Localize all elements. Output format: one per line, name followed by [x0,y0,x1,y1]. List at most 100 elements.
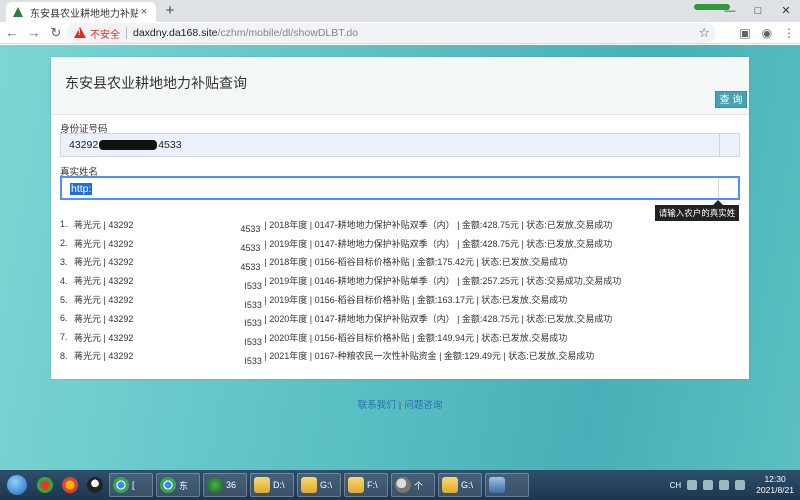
network-icon[interactable] [719,480,730,490]
taskbar-app[interactable]: G:\ [297,473,341,497]
item-detail: | 2018年度 | 0156-稻谷目标价格补贴 | 金额:175.42元 | … [264,257,568,268]
item-number: 5. [60,294,68,305]
not-secure-warning-icon[interactable] [74,27,86,39]
url-path[interactable]: /czhm/mobile/dl/showDLBT.do [217,27,358,39]
maximize-button[interactable]: □ [744,0,772,22]
input-language[interactable]: CH [670,481,682,490]
minimize-button[interactable]: — [716,0,744,22]
real-name-input[interactable]: http: [60,176,740,200]
item-owner: 蒋光元 | 43292 [74,238,134,249]
extension-icon[interactable]: ▣ [734,26,756,40]
item-detail: | 2018年度 | 0147-耕地地力保护补贴双季（内） | 金额:428.7… [264,219,613,230]
close-window-button[interactable]: ✕ [772,0,800,22]
query-card: 东安县农业耕地地力补贴查询 查 询 身份证号码 43292 4533 真实姓名 h… [51,57,749,379]
id-number-input[interactable]: 43292 4533 [60,133,740,157]
volume-icon[interactable] [735,480,746,490]
input-addon [719,134,739,156]
results-list: 1. 蒋光元 | 43292 4533 | 2018年度 | 0147-耕地地力… [60,215,740,366]
browser-toolbar: ← → ↻ 不安全 daxdny.da168.site /czhm/mobile… [0,22,800,44]
start-button[interactable] [3,473,31,497]
page-footer: 联系我们 | 问题咨询 [0,397,800,411]
item-detail: | 2019年度 | 0147-耕地地力保护补贴双季（内） | 金额:428.7… [264,238,613,249]
item-owner: 蒋光元 | 43292 [74,332,134,343]
item-owner: 蒋光元 | 43292 [74,351,134,362]
taskbar-app[interactable]: [ [109,473,153,497]
folder-icon [254,477,270,493]
list-item: 3. 蒋光元 | 43292 4533 | 2018年度 | 0156-稻谷目标… [60,253,740,272]
item-detail: | 2021年度 | 0167-种粮农民一次性补贴资金 | 金额:129.49元… [264,351,595,362]
page-viewport: 东安县农业耕地地力补贴查询 查 询 身份证号码 43292 4533 真实姓名 h… [0,45,800,470]
taskbar-app[interactable] [485,473,529,497]
taskbar-app[interactable]: 东 [156,473,200,497]
profile-icon[interactable]: ◉ [756,26,778,40]
query-button[interactable]: 查 询 [715,91,747,108]
item-id-tail: I533 [244,337,262,348]
list-item: 4. 蒋光元 | 43292 I533 | 2019年度 | 0146-耕地地力… [60,271,740,291]
item-id-tail: 4533 [240,224,261,235]
item-id-tail: I533 [244,318,262,329]
list-item: 8. 蒋光元 | 43292 I533 | 2021年度 | 0167-种粮农民… [60,347,740,366]
redaction-mark [99,140,158,151]
address-divider [126,27,127,39]
quick-launch-app1[interactable] [34,473,56,497]
taskbar-app[interactable]: G:\ [438,473,482,497]
id-number-prefix: 43292 [69,139,99,151]
list-item: 7. 蒋光元 | 43292 I533 | 2020年度 | 0156-稻谷目标… [60,328,740,347]
item-number: 8. [60,350,68,361]
quick-launch-app2[interactable] [59,473,81,497]
site-favicon-icon [12,6,24,18]
taskbar-app[interactable]: F:\ [344,473,388,497]
input-addon [718,178,738,198]
item-owner: 蒋光元 | 43292 [74,219,134,230]
browser-tab-strip: 东安县农业耕地地力补贴金额查询 × + — □ ✕ [0,0,800,22]
help-link[interactable]: 问题咨询 [404,400,442,411]
app-icon [62,477,78,493]
page-title: 东安县农业耕地地力补贴查询 [65,75,247,91]
item-number: 2. [60,238,68,249]
forward-icon[interactable]: → [24,23,44,43]
item-owner: 蒋光元 | 43292 [74,276,134,287]
item-id-tail: I533 [244,355,262,366]
item-owner: 蒋光元 | 43292 [74,313,134,324]
chrome-icon [113,477,129,493]
qq-icon [87,477,103,493]
folder-icon [348,477,364,493]
tray-icon[interactable] [687,480,698,490]
item-detail: | 2019年度 | 0146-耕地地力保护补贴单季（内） | 金额:257.2… [264,276,622,287]
browser-tab[interactable]: 东安县农业耕地地力补贴金额查询 × [6,2,156,22]
url-host[interactable]: daxdny.da168.site [133,27,217,39]
windows-logo-icon [7,475,27,495]
back-icon[interactable]: ← [2,23,22,43]
item-number: 4. [60,275,68,286]
item-detail: | 2020年度 | 0156-稻谷目标价格补贴 | 金额:149.94元 | … [264,332,568,343]
reload-icon[interactable]: ↻ [46,23,66,43]
clock-time: 12:30 [764,474,786,484]
security-label[interactable]: 不安全 [90,26,120,41]
system-clock[interactable]: 12:30 2021/8/21 [756,474,794,496]
contact-us-link[interactable]: 联系我们 [358,400,396,411]
new-tab-button[interactable]: + [162,3,178,19]
item-detail: | 2019年度 | 0156-稻谷目标价格补贴 | 金额:163.17元 | … [264,295,568,306]
tab-title: 东安县农业耕地地力补贴金额查询 [30,8,138,20]
address-bar[interactable]: 不安全 daxdny.da168.site /czhm/mobile/dl/sh… [66,23,716,43]
item-owner: 蒋光元 | 43292 [74,257,134,268]
item-id-tail: 4533 [240,243,261,254]
menu-icon[interactable]: ⋮ [778,26,800,40]
monitor-icon [489,477,505,493]
tray-icon[interactable] [703,480,714,490]
item-owner: 蒋光元 | 43292 [74,295,134,306]
folder-icon [301,477,317,493]
taskbar-app[interactable]: 个 [391,473,435,497]
item-id-tail: I533 [244,299,262,310]
bookmark-star-icon[interactable]: ☆ [698,25,710,41]
taskbar-app[interactable]: 36 [203,473,247,497]
system-tray: CH 12:30 2021/8/21 [667,470,800,500]
item-detail: | 2020年度 | 0147-耕地地力保护补贴双季（内） | 金额:428.7… [264,313,613,324]
quick-launch-qq[interactable] [84,473,106,497]
search-icon [395,477,411,493]
folder-icon [442,477,458,493]
tab-close-icon[interactable]: × [138,6,150,18]
item-number: 1. [60,219,68,230]
taskbar-app[interactable]: D:\ [250,473,294,497]
item-number: 6. [60,313,68,324]
